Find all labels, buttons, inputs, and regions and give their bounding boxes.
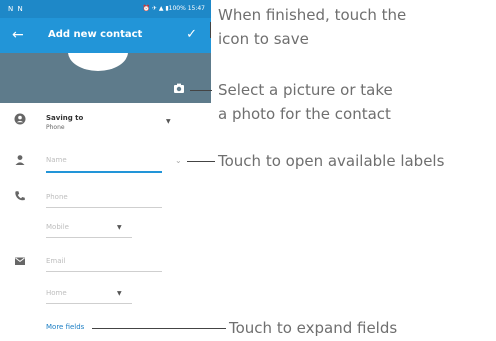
email-input-underline [46,271,162,272]
phone-type-dropdown-icon[interactable]: ▼ [117,224,122,231]
name-input[interactable]: Name [46,156,67,164]
person-icon [15,155,25,165]
callout-labels-connector [187,161,215,162]
back-arrow-icon[interactable]: ← [12,26,24,44]
email-input[interactable]: Email [46,257,65,265]
contact-avatar-placeholder [68,53,128,71]
phone-input[interactable]: Phone [46,193,68,201]
status-left-icons: N N [8,5,24,13]
name-input-underline [46,171,162,173]
email-icon [15,257,25,265]
email-type-underline [46,303,132,304]
callout-expand-connector [92,328,226,329]
phone-type-underline [46,237,132,238]
account-icon [14,113,26,125]
page-title: Add new contact [48,29,143,40]
callout-save-connector [210,22,211,38]
saving-to-value[interactable]: Phone [46,124,65,131]
email-type-select[interactable]: Home [46,289,67,297]
name-labels-chevron-icon[interactable]: ⌄ [175,156,182,165]
status-right-info: ⏰ ✈ ▲ ▮100% 15:47 [142,5,206,12]
phone-icon [15,191,25,201]
callout-save-line1: When finished, touch the [218,6,407,24]
email-type-dropdown-icon[interactable]: ▼ [117,290,122,297]
callout-photo-connector [190,90,212,91]
callout-expand: Touch to expand fields [229,319,398,337]
camera-icon[interactable] [173,82,185,94]
phone-screen: N N ⏰ ✈ ▲ ▮100% 15:47 ← Add new contact … [0,0,211,341]
saving-to-label: Saving to [46,114,84,122]
status-bar: N N ⏰ ✈ ▲ ▮100% 15:47 [0,0,211,18]
contact-photo-area [0,53,211,103]
phone-type-select[interactable]: Mobile [46,223,69,231]
phone-input-underline [46,207,162,208]
saving-to-dropdown-icon[interactable]: ▼ [166,118,171,125]
callout-save-line2: icon to save [218,30,309,48]
callout-photo-line1: Select a picture or take [218,81,393,99]
callout-labels: Touch to open available labels [218,152,445,170]
callout-photo-line2: a photo for the contact [218,105,391,123]
save-check-icon[interactable]: ✓ [186,26,197,44]
more-fields-link[interactable]: More fields [46,323,84,331]
app-bar: ← Add new contact ✓ [0,18,211,53]
